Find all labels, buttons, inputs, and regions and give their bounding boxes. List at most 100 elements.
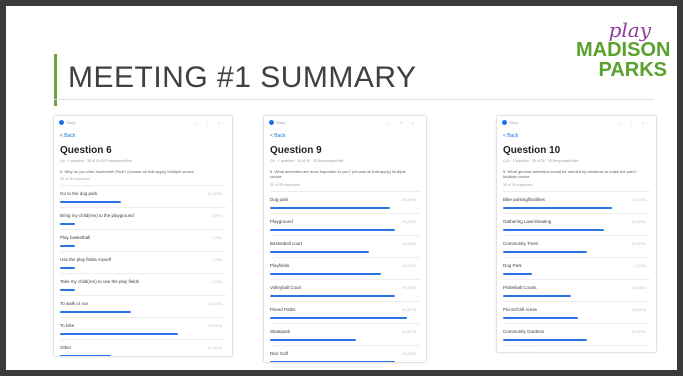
answer-share-bar — [60, 223, 75, 226]
question-prompt: 8. What amenities are most important to … — [270, 169, 406, 180]
answer-option-stat: 26 (74%) — [401, 263, 416, 268]
back-link[interactable]: < Back — [60, 133, 232, 139]
slide-title: MEETING #1 SUMMARY — [68, 61, 417, 94]
answer-option-label: Other — [60, 345, 72, 351]
answer-option-label: Bike parking/facilities — [503, 196, 546, 202]
answer-share-bar — [270, 272, 381, 275]
question-prompt: 9. What general amenities would be neede… — [503, 169, 637, 180]
answer-share-bar — [60, 289, 75, 292]
question-title: Question 9 — [270, 145, 322, 156]
answer-option-row: Community Trees 20 (57%) — [503, 234, 650, 257]
answer-share-bar — [270, 338, 356, 341]
question-prompt: 5. Why do you visit Juneteenth Park? (ch… — [60, 169, 194, 174]
answer-option-row: Paved Paths 32 (91%) — [270, 300, 420, 323]
response-count: 35 of 35 responses — [60, 177, 90, 182]
window-controls[interactable]: — □ × — [193, 120, 224, 125]
answer-option-stat: 23 (66%) — [401, 241, 416, 246]
answer-option-row: To walk or run 15 (43%) — [60, 295, 226, 317]
logo-parks-text: PARKS — [598, 59, 667, 81]
answer-option-label: Use the play fields myself — [60, 257, 112, 263]
response-count: 35 of 35 responses — [270, 182, 300, 187]
answer-option-row: Dog park 28 (80%) — [270, 190, 420, 213]
answer-share-bar — [503, 206, 612, 209]
answer-option-row: Other 11 (31%) — [60, 339, 226, 356]
panel-titlebar: Story — □ × — [264, 116, 426, 130]
answer-option-row: Volleyball Court 29 (83%) — [270, 278, 420, 301]
answer-option-row: Community Gardens 20 (57%) — [503, 322, 650, 345]
answer-option-row: Bring my child(ren) to the playground 3 (… — [60, 207, 226, 229]
answer-option-stat: 32 (91%) — [401, 307, 416, 312]
answer-option-label: Community Gardens — [503, 328, 545, 334]
answer-option-stat: 20 (57%) — [631, 329, 646, 334]
answer-option-stat: 25 (71%) — [207, 324, 222, 329]
answer-option-row: Disc Golf 29 (83%) — [270, 344, 420, 362]
answer-option-label: To bike — [60, 323, 75, 329]
answer-share-bar — [60, 311, 132, 314]
answer-share-bar — [60, 201, 122, 204]
answer-option-row: Basketball court 23 (66%) — [270, 234, 420, 257]
answer-option-row: Skatepark 20 (57%) — [270, 322, 420, 345]
answer-option-stat: 24 (69%) — [631, 219, 646, 224]
question-meta: Q6 · 1 question · 35 of 35 Q9 Responses/… — [60, 159, 132, 163]
answer-option-label: Skatepark — [270, 328, 291, 334]
survey-screenshot-panel: Story — □ × < Back Question 9 Q9 · 1 questio… — [264, 116, 426, 362]
answer-option-label: Volleyball Court — [270, 284, 302, 290]
answer-option-label: Community Trees — [503, 240, 539, 246]
back-link[interactable]: < Back — [270, 133, 426, 139]
answer-option-stat: 29 (83%) — [401, 351, 416, 356]
answer-option-label: Play basketball — [60, 235, 91, 241]
answer-option-row: Dog Park 7 (20%) — [503, 256, 650, 279]
back-link[interactable]: < Back — [503, 133, 656, 139]
answer-option-stat: 26 (74%) — [631, 197, 646, 202]
answer-share-bar — [503, 338, 587, 341]
answer-option-stat: 3 (9%) — [211, 236, 222, 241]
answer-option-label: Paved Paths — [270, 306, 296, 312]
answer-option-label: Picnic/Grill Areas — [503, 306, 538, 312]
answer-option-label: Take my child(ren) to use the play field… — [60, 279, 140, 285]
answer-option-label: Playfields — [270, 262, 290, 268]
answer-option-stat: 3 (9%) — [211, 258, 222, 263]
answer-option-row: Playfields 26 (74%) — [270, 256, 420, 279]
answer-option-stat: 13 (37%) — [207, 192, 222, 197]
answer-option-row: Go to the dog park 13 (37%) — [60, 185, 226, 207]
panel-app-name: Story — [502, 120, 518, 126]
window-controls[interactable]: — □ × — [387, 120, 418, 125]
answer-option-label: Pickleball Courts — [503, 284, 537, 290]
answer-share-bar — [60, 333, 178, 336]
answer-option-row: Pickleball Courts 16 (46%) — [503, 278, 650, 301]
answer-option-stat: 3 (9%) — [211, 280, 222, 285]
logo-madison-text: MADISON — [576, 39, 671, 61]
answer-share-bar — [270, 206, 390, 209]
answer-share-bar — [270, 294, 395, 297]
question-title: Question 6 — [60, 145, 112, 156]
answer-option-stat: 15 (43%) — [207, 302, 222, 307]
answer-option-row: Bike parking/facilities 26 (74%) — [503, 190, 650, 213]
answer-option-stat: 7 (20%) — [633, 263, 646, 268]
panel-app-name: Story — [59, 120, 75, 126]
answer-share-bar — [270, 250, 369, 253]
answer-option-label: Restroom Lights — [503, 351, 650, 352]
answer-option-stat: 29 (83%) — [401, 219, 416, 224]
answer-option-stat: 29 (83%) — [401, 285, 416, 290]
answer-option-stat: 11 (31%) — [208, 346, 222, 351]
question-meta: Q9 · 1 question · 35 of 35 · 35 Response… — [270, 159, 344, 163]
window-controls[interactable]: — □ × — [617, 120, 648, 125]
response-count: 35 of 35 responses — [503, 182, 533, 187]
answer-share-bar — [503, 228, 605, 231]
logo-play-text: play — [608, 18, 651, 42]
answer-option-row: Use the play fields myself 3 (9%) — [60, 251, 226, 273]
app-logo-icon — [269, 120, 274, 126]
answer-option-stat: 3 (9%) — [211, 214, 222, 219]
survey-screenshot-panel: Story — □ × < Back Question 10 Q10 · 1 quest… — [497, 116, 656, 352]
answer-option-stat: 28 (80%) — [401, 197, 416, 202]
answer-option-row: Playground 29 (83%) — [270, 212, 420, 235]
answer-option-row: Take my child(ren) to use the play field… — [60, 273, 226, 295]
answer-option-row: Play basketball 3 (9%) — [60, 229, 226, 251]
answer-share-bar — [270, 360, 395, 362]
answer-option-label: Dog park — [270, 196, 289, 202]
answer-option-stat: 18 (51%) — [631, 307, 646, 312]
answer-option-stat: 20 (57%) — [401, 329, 416, 334]
answer-option-row: Restroom Lights28 (80%) — [503, 344, 650, 352]
answer-option-stat: 16 (46%) — [631, 285, 646, 290]
answer-option-label: Disc Golf — [270, 350, 289, 356]
